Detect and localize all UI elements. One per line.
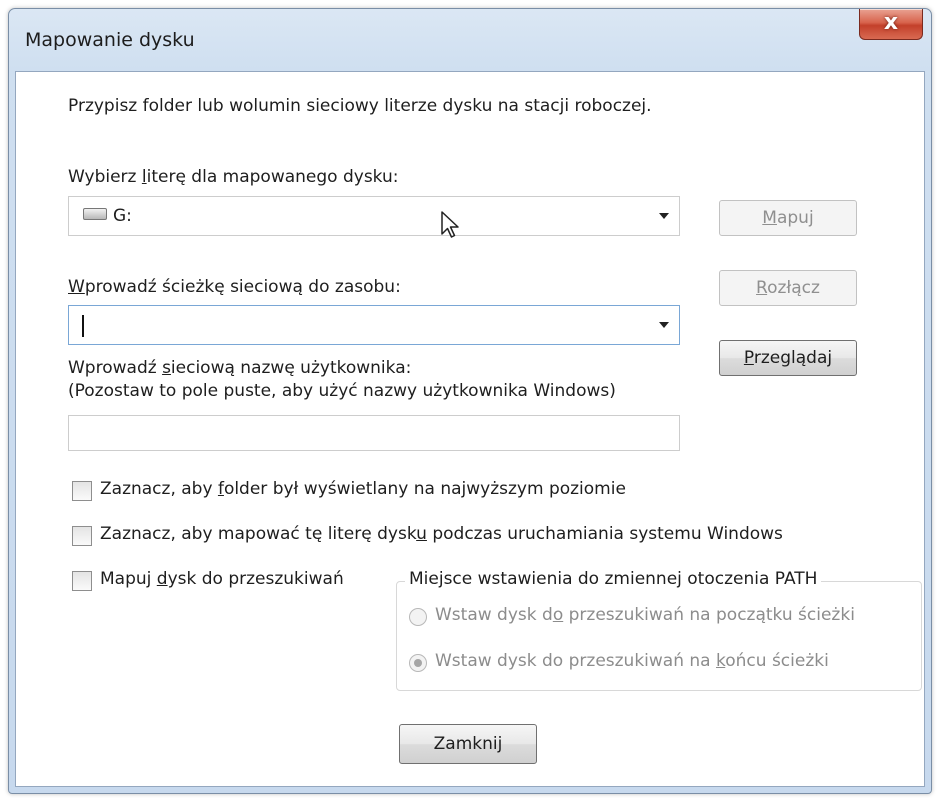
close-icon: x xyxy=(883,10,899,35)
insert-at-start-label: Wstaw dysk do przeszukiwań na początku ś… xyxy=(435,605,855,625)
close-button[interactable]: Zamknij xyxy=(399,724,537,764)
network-path-combo[interactable] xyxy=(68,305,680,345)
close-window-button[interactable]: x xyxy=(859,9,923,40)
map-at-startup-label: Zaznacz, aby mapować tę literę dysku pod… xyxy=(100,524,783,544)
path-group-title: Miejsce wstawienia do zmiennej otoczenia… xyxy=(405,569,822,589)
show-top-level-checkbox[interactable] xyxy=(72,481,92,501)
drive-letter-combo[interactable]: G: xyxy=(68,196,680,236)
username-input[interactable] xyxy=(68,415,680,451)
drive-letter-label: Wybierz literę dla mapowanego dysku: xyxy=(68,167,399,187)
map-button[interactable]: Mapuj xyxy=(719,200,857,236)
chevron-down-icon[interactable] xyxy=(659,322,669,328)
dialog-body: Przypisz folder lub wolumin sieciowy lit… xyxy=(15,71,925,787)
dialog-window: Mapowanie dysku x Przypisz folder lub wo… xyxy=(8,8,932,794)
insert-at-end-label: Wstaw dysk do przeszukiwań na końcu ście… xyxy=(435,651,829,671)
drive-letter-value: G: xyxy=(83,206,132,226)
map-search-drive-label: Mapuj dysk do przeszukiwań xyxy=(100,569,344,589)
insert-at-end-radio[interactable] xyxy=(409,654,427,672)
show-top-level-label: Zaznacz, aby folder był wyświetlany na n… xyxy=(100,479,626,499)
chevron-down-icon[interactable] xyxy=(659,213,669,219)
username-label: Wprowadź sieciową nazwę użytkownika: xyxy=(68,358,412,378)
map-search-drive-checkbox[interactable] xyxy=(72,571,92,591)
title-bar[interactable]: Mapowanie dysku x xyxy=(9,9,931,71)
browse-button[interactable]: Przeglądaj xyxy=(719,340,857,376)
path-insertion-group xyxy=(396,581,922,691)
insert-at-start-radio[interactable] xyxy=(409,608,427,626)
window-title: Mapowanie dysku xyxy=(25,29,195,51)
username-hint: (Pozostaw to pole puste, aby użyć nazwy … xyxy=(68,381,616,401)
disconnect-button[interactable]: Rozłącz xyxy=(719,270,857,306)
drive-icon xyxy=(83,208,107,220)
map-at-startup-checkbox[interactable] xyxy=(72,526,92,546)
mouse-pointer-icon xyxy=(441,211,459,238)
intro-text: Przypisz folder lub wolumin sieciowy lit… xyxy=(68,96,652,116)
text-caret xyxy=(82,315,84,337)
network-path-label: Wprowadź ścieżkę sieciową do zasobu: xyxy=(68,277,401,297)
